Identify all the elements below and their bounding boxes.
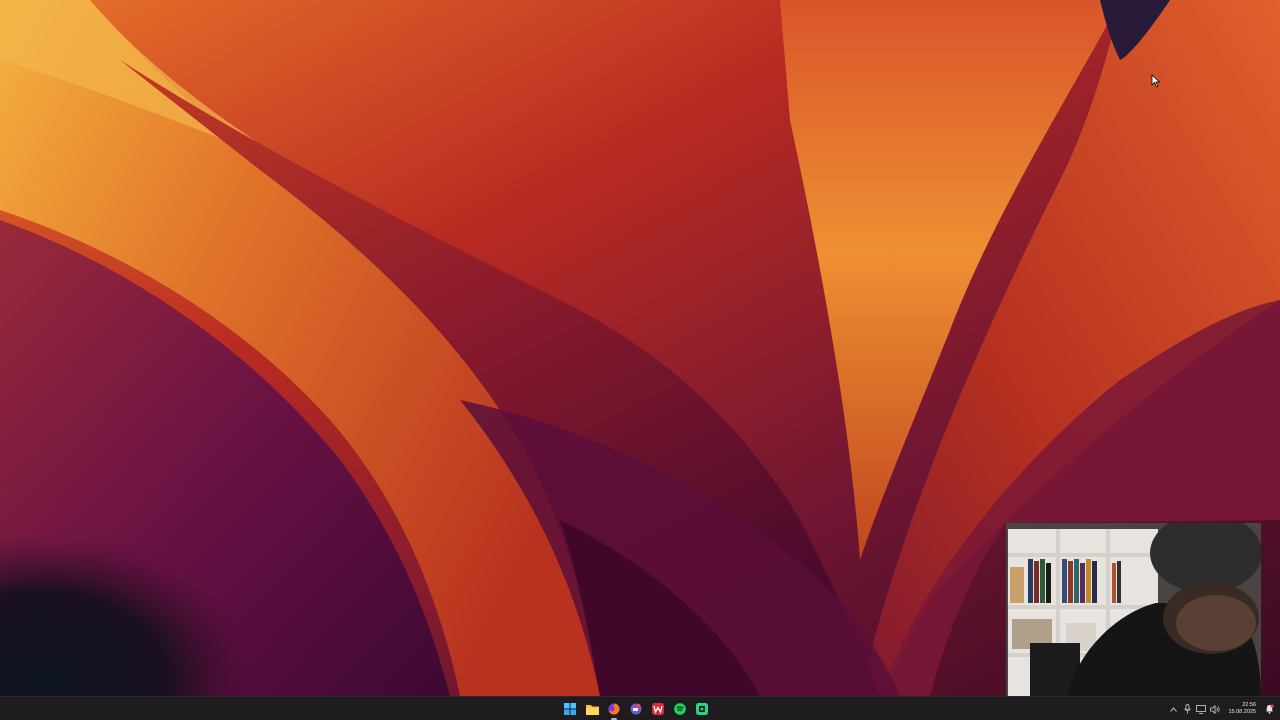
mouse-cursor bbox=[1151, 74, 1161, 88]
w-app-icon bbox=[652, 703, 664, 715]
spotify-button[interactable] bbox=[672, 697, 688, 720]
start-button[interactable] bbox=[562, 697, 578, 720]
network-button[interactable] bbox=[1194, 697, 1208, 720]
notifications-button[interactable] bbox=[1262, 697, 1276, 720]
windows-start-icon bbox=[564, 703, 576, 715]
speaker-icon bbox=[1210, 704, 1220, 714]
chat-app-button[interactable] bbox=[628, 697, 644, 720]
chevron-up-icon bbox=[1170, 706, 1177, 712]
microphone-button[interactable] bbox=[1180, 697, 1194, 720]
webcam-overlay bbox=[1006, 523, 1261, 699]
volume-button[interactable] bbox=[1208, 697, 1222, 720]
chat-app-icon bbox=[630, 703, 642, 715]
w-app-button[interactable] bbox=[650, 697, 666, 720]
clock-date: 15.08.2025 bbox=[1228, 709, 1256, 715]
clock[interactable]: 22:56 15.08.2025 bbox=[1228, 697, 1256, 720]
clock-time: 22:56 bbox=[1242, 702, 1256, 708]
recorder-app-icon bbox=[696, 703, 708, 715]
folder-icon bbox=[585, 704, 599, 715]
spotify-icon bbox=[674, 703, 686, 715]
microphone-icon bbox=[1184, 704, 1191, 714]
firefox-icon bbox=[608, 703, 620, 715]
network-icon bbox=[1196, 704, 1207, 714]
recorder-app-button[interactable] bbox=[694, 697, 710, 720]
taskbar-apps bbox=[562, 697, 710, 720]
bell-icon bbox=[1265, 704, 1274, 714]
file-explorer-button[interactable] bbox=[584, 697, 600, 720]
firefox-button[interactable] bbox=[606, 697, 622, 720]
taskbar: 22:56 15.08.2025 bbox=[0, 696, 1280, 720]
show-hidden-icons-button[interactable] bbox=[1166, 697, 1180, 720]
system-tray: 22:56 15.08.2025 bbox=[1166, 697, 1280, 720]
